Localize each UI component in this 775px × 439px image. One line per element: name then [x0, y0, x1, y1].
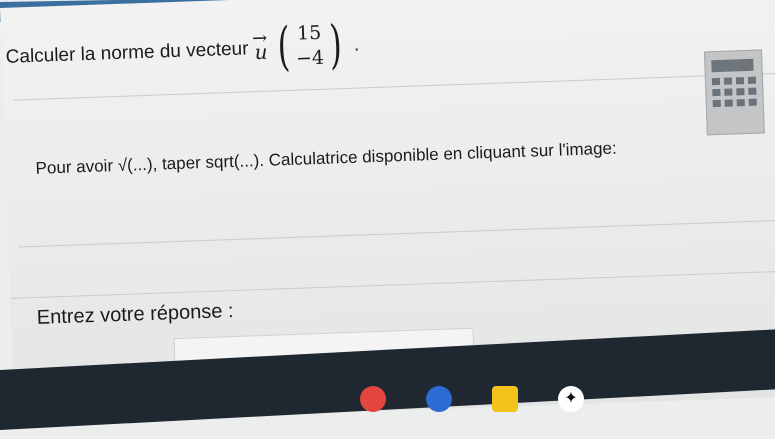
- component-x: 15: [296, 22, 322, 46]
- circle-app-icon[interactable]: [426, 386, 452, 412]
- question-end: .: [353, 34, 360, 56]
- vector-u: → u: [252, 28, 268, 64]
- dock: ✦: [360, 386, 584, 412]
- vector-components: ( 15 −4 ): [273, 15, 347, 78]
- component-y: −4: [295, 47, 325, 71]
- vector-arrow: →: [251, 28, 268, 50]
- calculator-keys: [711, 76, 757, 108]
- question-text: Calculer la norme du vecteur: [5, 38, 249, 68]
- calculator-screen: [711, 58, 754, 73]
- ai-app-icon[interactable]: ✦: [558, 386, 584, 412]
- calculator-icon[interactable]: [703, 49, 765, 136]
- red-app-icon[interactable]: [360, 386, 386, 412]
- question: Calculer la norme du vecteur → u ( 15 −4…: [5, 15, 360, 81]
- left-paren: (: [276, 16, 291, 78]
- right-paren: ): [328, 15, 343, 76]
- pen-app-icon[interactable]: [492, 386, 518, 412]
